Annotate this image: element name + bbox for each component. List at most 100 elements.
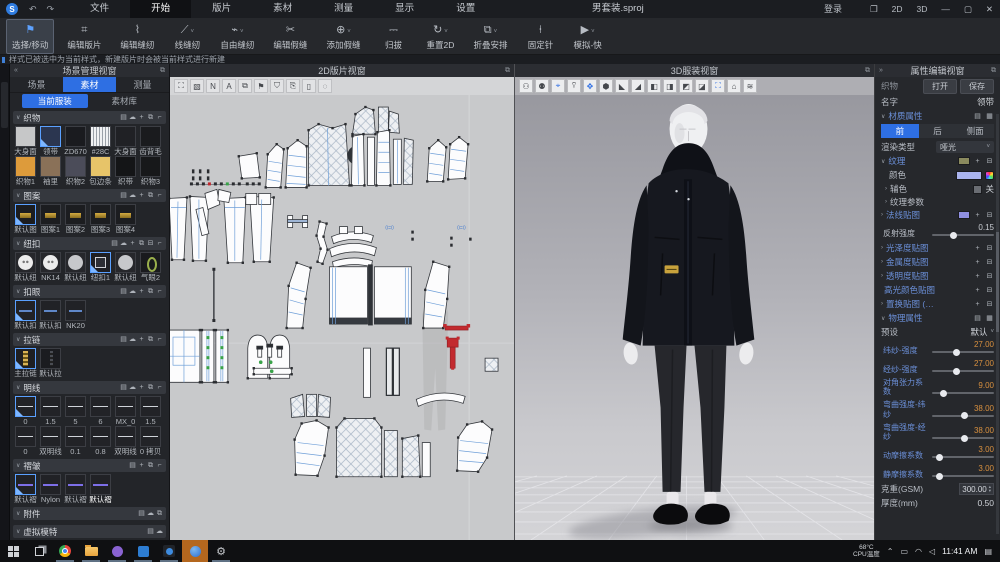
material-item[interactable]: 领带 (38, 126, 63, 156)
section-header[interactable]: ∨ 明线 ▤☁+⧉⌐ (13, 381, 166, 394)
close-button[interactable]: ✕ (979, 0, 1000, 18)
material-item[interactable]: 主拉链 (13, 348, 38, 378)
material-item[interactable]: 默认褶 (13, 474, 38, 504)
heel-icon[interactable]: ◩ (679, 79, 693, 93)
copy-icon[interactable]: ⧉ (146, 112, 155, 123)
corner-icon[interactable]: ⌐ (155, 286, 164, 297)
dropdown-caret-icon[interactable]: ˅ (240, 25, 244, 40)
add-icon[interactable]: + (973, 210, 982, 221)
physics-slider[interactable]: 经纱-强度 27.00 (875, 358, 1000, 377)
cloud-icon[interactable]: ☁ (119, 238, 128, 249)
material-item[interactable]: 默认拉 (38, 348, 63, 378)
secondary-color-swatch[interactable] (973, 185, 982, 194)
chevron-down-icon[interactable]: ∨ (16, 114, 20, 121)
taskbar-style3d-icon[interactable] (182, 540, 208, 562)
corner-icon[interactable]: ⌐ (155, 190, 164, 201)
taskbar-settings-icon[interactable]: ⚙ (208, 540, 234, 562)
ribbon-button[interactable]: ⚑˅ 选择/移动 (6, 19, 54, 54)
color-picker-icon[interactable] (985, 171, 994, 180)
material-item[interactable]: 默认纽 (63, 252, 88, 282)
hanger-icon[interactable]: ⌂ (727, 79, 741, 93)
reflect-slider[interactable]: 反射强度 0.15 (875, 222, 1000, 241)
chevron-down-icon[interactable]: ∨ (16, 384, 20, 391)
menu-item[interactable]: 文件 (69, 0, 130, 18)
undo-icon[interactable]: ↶ (24, 4, 42, 15)
chevron-down-icon[interactable]: ∨ (16, 288, 20, 295)
shirt-icon[interactable]: ⛉ (270, 79, 284, 93)
notification-icon[interactable]: ▤ (984, 547, 992, 556)
boot2-icon[interactable]: ◨ (663, 79, 677, 93)
physics-slider[interactable]: 弯曲强度-经纱 38.00 (875, 422, 1000, 444)
add-icon[interactable]: + (973, 271, 982, 282)
add-icon[interactable]: + (973, 156, 982, 167)
material-item[interactable]: 默认扣 (13, 300, 38, 330)
weight-input[interactable]: 300.00 ▴▾ (959, 483, 994, 495)
copy-icon[interactable]: ⧉ (146, 334, 155, 345)
float-panel-icon[interactable]: ⧉ (505, 67, 510, 75)
fit-view-icon[interactable]: ⛶ (174, 79, 188, 93)
ribbon-button[interactable]: ▶˅ 模拟-快 (567, 19, 607, 54)
material-item[interactable]: 1.5 (38, 396, 63, 426)
physics-slider[interactable]: 对角张力系数 9.00 (875, 377, 1000, 399)
scene-tab[interactable]: 测量 (116, 77, 169, 92)
material-item[interactable]: Nylon (38, 474, 63, 504)
material-item[interactable]: NK14 (38, 252, 63, 282)
chevron-right-icon[interactable]: › (881, 273, 883, 279)
corner-icon[interactable]: ⌐ (155, 334, 164, 345)
chevron-down-icon[interactable]: ∨ (16, 192, 20, 199)
login-button[interactable]: 登录 (817, 0, 849, 18)
app-logo-icon[interactable]: S (6, 3, 18, 15)
face-tab[interactable]: 后 (919, 124, 957, 138)
stepper-icon[interactable]: ▴▾ (989, 485, 991, 493)
physics-slider[interactable]: 静摩擦系数 3.00 (875, 463, 1000, 482)
cloud-icon[interactable]: ☁ (155, 526, 164, 537)
corner-icon[interactable]: ⌐ (155, 460, 164, 471)
slider-knob[interactable] (950, 232, 957, 239)
ribbon-button[interactable]: ⌁˅ 自由缝纫 (214, 19, 260, 54)
taskbar-app-purple-icon[interactable] (104, 540, 130, 562)
material-item[interactable]: 图案3 (88, 204, 113, 234)
ribbon-button[interactable]: ⎓˅ 归拔 (373, 19, 413, 54)
collapse-icon[interactable]: « (14, 67, 18, 74)
save-icon[interactable]: ▦ (985, 111, 994, 122)
chevron-down-icon[interactable]: ∨ (16, 510, 20, 517)
slider-knob[interactable] (961, 412, 968, 419)
material-item[interactable]: 6 (88, 396, 113, 426)
chevron-down-icon[interactable]: ∨ (881, 113, 885, 120)
float-panel-icon[interactable]: ⧉ (991, 67, 996, 75)
pattern-fill-icon[interactable]: ▧ (190, 79, 204, 93)
add-icon[interactable]: + (973, 243, 982, 254)
slider-knob[interactable] (936, 454, 943, 461)
dropdown-caret-icon[interactable]: ˅ (494, 25, 498, 40)
shoe-right-icon[interactable]: ◢ (631, 79, 645, 93)
copy-icon[interactable]: ⧉ (155, 508, 164, 519)
cloud-icon[interactable]: ☁ (128, 112, 137, 123)
chevron-right-icon[interactable]: › (881, 259, 883, 265)
menu-item[interactable]: 开始 (130, 0, 191, 18)
delete-icon[interactable]: ⊟ (985, 299, 994, 310)
arrange-icon[interactable]: ✥ (583, 79, 597, 93)
material-item[interactable]: ZD670 (63, 126, 88, 156)
boot-icon[interactable]: ◧ (647, 79, 661, 93)
plus-icon[interactable]: + (137, 112, 146, 123)
pin-icon[interactable]: ⌖ (551, 79, 565, 93)
slider-knob[interactable] (940, 390, 947, 397)
menu-item[interactable]: 测量 (313, 0, 374, 18)
material-item[interactable]: 织物2 (63, 156, 88, 186)
taskbar-explorer-icon[interactable] (78, 540, 104, 562)
material-item[interactable]: 0.1 (63, 426, 88, 456)
section-header[interactable]: ∨ 织物 ▤☁+⧉⌐ (13, 111, 166, 124)
face-tab[interactable]: 侧面 (956, 124, 994, 138)
add-icon[interactable]: + (973, 285, 982, 296)
material-item[interactable]: 双明线 (38, 426, 63, 456)
volume-icon[interactable]: ◁ (929, 547, 935, 556)
view-toggle-button[interactable]: ❐ (863, 0, 885, 18)
flag-icon[interactable]: ⚑ (254, 79, 268, 93)
add-icon[interactable]: + (973, 299, 982, 310)
ribbon-button[interactable]: ⌗˅ 编辑版片 (61, 19, 107, 54)
menu-item[interactable]: 设置 (435, 0, 496, 18)
taskbar-app-dark-icon[interactable] (156, 540, 182, 562)
slider-knob[interactable] (936, 473, 943, 480)
maximize-button[interactable]: ▢ (957, 0, 979, 18)
library-tab[interactable]: 当前服装 (22, 94, 88, 108)
